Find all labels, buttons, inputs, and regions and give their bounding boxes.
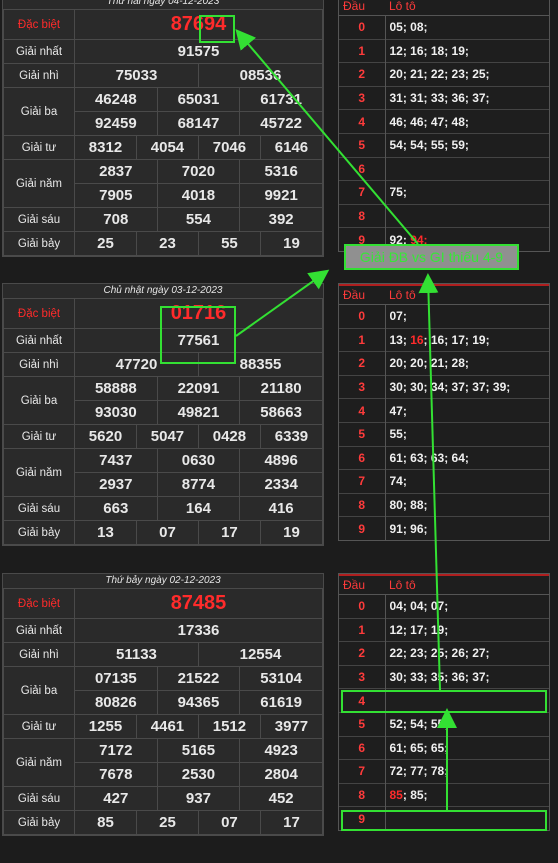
- highlight-row-4: [341, 690, 547, 713]
- arrow-to-db-digits: [235, 28, 419, 245]
- arrow-to-banner: [235, 269, 330, 337]
- annotation-overlay: [235, 28, 457, 812]
- highlight-db-last-digits: [199, 15, 235, 43]
- highlight-db-and-g1: [160, 306, 236, 364]
- arrow-from-row4: [418, 273, 441, 691]
- highlight-row-9: [341, 810, 547, 831]
